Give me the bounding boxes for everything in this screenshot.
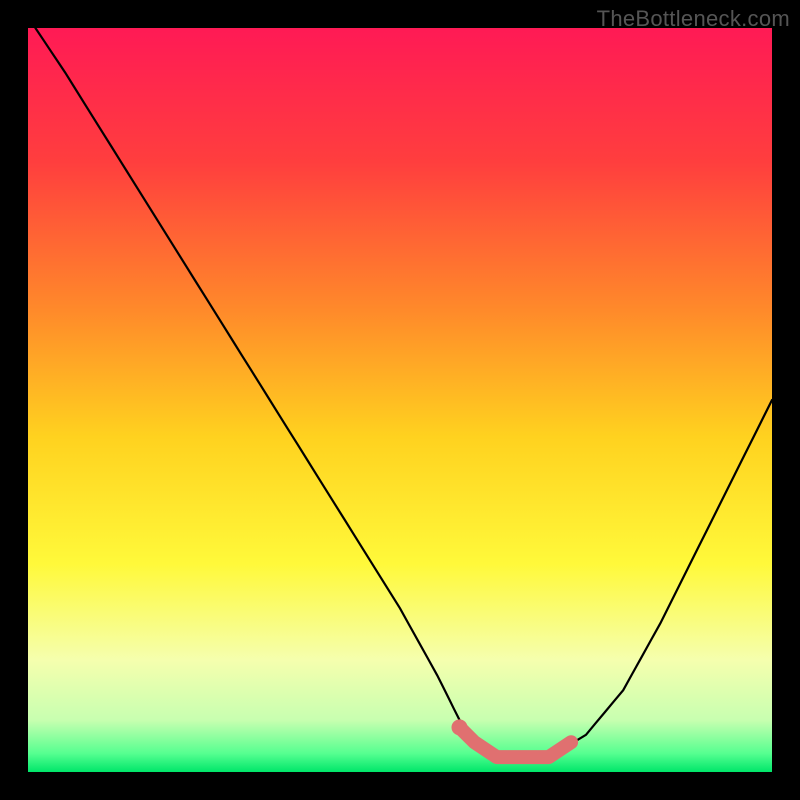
gradient-background <box>28 28 772 772</box>
chart-svg <box>28 28 772 772</box>
chart-container: TheBottleneck.com <box>0 0 800 800</box>
plot-area <box>28 28 772 772</box>
watermark-text: TheBottleneck.com <box>597 6 790 32</box>
optimal-marker-dot <box>452 719 468 735</box>
